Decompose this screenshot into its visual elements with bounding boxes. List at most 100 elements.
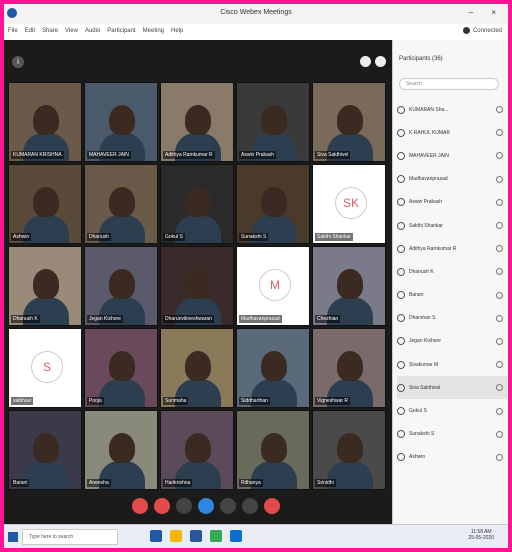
participant-row[interactable]: MAHAVEER JAIN: [397, 144, 507, 167]
person-face: [337, 433, 363, 463]
participant-row[interactable]: K RAHUL KUMAR: [397, 121, 507, 144]
mic-icon[interactable]: [496, 152, 503, 160]
video-tile[interactable]: Adithya Ramkumar R: [160, 82, 234, 162]
video-tile[interactable]: Sunakshi S: [236, 164, 310, 244]
connection-label: Connected: [472, 27, 502, 34]
participant-row[interactable]: Sakthi Shankar: [397, 214, 507, 237]
user-icon: [397, 175, 405, 184]
person-face: [261, 351, 287, 381]
participant-name-label: KUMARAN KRISHNA: [11, 151, 64, 159]
participant-name-label: Aswin Prakash: [239, 151, 277, 159]
windows-start-icon[interactable]: [8, 532, 18, 542]
person-face: [337, 269, 363, 299]
close-button[interactable]: ×: [491, 8, 504, 17]
participant-row[interactable]: Siva Sakthivel: [397, 376, 507, 400]
video-tile[interactable]: MAHAVEER JAIN: [84, 82, 158, 162]
mic-icon[interactable]: [496, 453, 503, 461]
participants-button[interactable]: [198, 498, 214, 514]
mic-icon[interactable]: [496, 222, 503, 230]
menu-item[interactable]: Edit: [25, 28, 35, 34]
participant-row[interactable]: Aswin Prakash: [397, 191, 507, 214]
participant-row[interactable]: Jegan Kishore: [397, 330, 507, 353]
menu-item[interactable]: Meeting: [143, 28, 164, 34]
mic-icon[interactable]: [496, 384, 503, 392]
mic-icon[interactable]: [496, 129, 503, 137]
participant-name-label: Pooja: [87, 397, 104, 405]
minimize-button[interactable]: –: [469, 8, 481, 17]
video-tile[interactable]: Sunmaha: [160, 328, 234, 408]
mic-icon[interactable]: [496, 314, 503, 322]
person-face: [33, 433, 59, 463]
share-button[interactable]: [176, 498, 192, 514]
mic-icon[interactable]: [496, 268, 503, 276]
video-tile[interactable]: Pooja: [84, 328, 158, 408]
video-tile[interactable]: Dhanush: [84, 164, 158, 244]
video-tile[interactable]: Aswin Prakash: [236, 82, 310, 162]
connection-status[interactable]: Connected: [462, 27, 502, 34]
video-tile[interactable]: Siddharthan: [236, 328, 310, 408]
chrome-icon[interactable]: [210, 530, 222, 542]
participant-name-label: Sakthi Shankar: [315, 233, 353, 241]
taskbar-search-input[interactable]: Type here to search: [22, 529, 118, 545]
info-icon[interactable]: i: [12, 56, 24, 68]
menu-item[interactable]: File: [8, 28, 18, 34]
participant-row[interactable]: Gokul S: [397, 399, 507, 422]
menu-item[interactable]: View: [65, 28, 78, 34]
webex-icon[interactable]: [230, 530, 242, 542]
video-tile[interactable]: Harikrishna: [160, 410, 234, 490]
grid-view-icon[interactable]: [360, 56, 371, 67]
video-tile[interactable]: Svaibhavi: [8, 328, 82, 408]
mute-button[interactable]: [132, 498, 148, 514]
mic-icon[interactable]: [496, 407, 503, 415]
participant-row[interactable]: Barani: [397, 284, 507, 307]
video-tile[interactable]: Jegan Kishore: [84, 246, 158, 326]
video-tile[interactable]: M Madhavanprasad: [236, 246, 310, 326]
video-tile[interactable]: Vigneshwar R: [312, 328, 386, 408]
mic-icon[interactable]: [496, 430, 503, 438]
mic-icon[interactable]: [496, 198, 503, 206]
mic-icon[interactable]: [496, 245, 503, 253]
video-tile[interactable]: Dhanush K: [8, 246, 82, 326]
stop-video-button[interactable]: [154, 498, 170, 514]
video-tile[interactable]: Ashwin: [8, 164, 82, 244]
menu-item[interactable]: Share: [42, 28, 58, 34]
participant-row[interactable]: Ashwin: [397, 446, 507, 469]
participant-row[interactable]: Adithya Ramkumar R: [397, 237, 507, 260]
edge-icon[interactable]: [150, 530, 162, 542]
window-controls[interactable]: – ×: [469, 8, 504, 17]
video-tile[interactable]: Chezhian: [312, 246, 386, 326]
video-tile[interactable]: Rithanya: [236, 410, 310, 490]
more-options-button[interactable]: [242, 498, 258, 514]
mic-icon[interactable]: [496, 291, 503, 299]
participant-search-input[interactable]: Search: [399, 78, 499, 90]
folder-icon[interactable]: [170, 530, 182, 542]
store-icon[interactable]: [190, 530, 202, 542]
participant-row[interactable]: Sunakshi S: [397, 423, 507, 446]
mic-icon[interactable]: [496, 106, 503, 114]
participant-row[interactable]: Dharshan S: [397, 307, 507, 330]
participant-row[interactable]: KUMARAN Sha...: [397, 98, 507, 121]
video-tile[interactable]: Aneesha: [84, 410, 158, 490]
video-tile[interactable]: Srinidhi: [312, 410, 386, 490]
video-tile[interactable]: SK Sakthi Shankar: [312, 164, 386, 244]
participant-row[interactable]: Dhanush K: [397, 260, 507, 283]
end-meeting-button[interactable]: [264, 498, 280, 514]
participant-name-label: Rithanya: [239, 479, 263, 487]
fullscreen-icon[interactable]: [375, 56, 386, 67]
video-tile[interactable]: Dharunvikneshwaran: [160, 246, 234, 326]
mic-icon[interactable]: [496, 337, 503, 345]
menu-item[interactable]: Participant: [107, 28, 135, 34]
chat-button[interactable]: [220, 498, 236, 514]
participant-row[interactable]: Madhavanprasad: [397, 168, 507, 191]
participant-row[interactable]: Sivakumar M: [397, 353, 507, 376]
video-tile[interactable]: Siva Sakthivel: [312, 82, 386, 162]
avatar-initial: M: [259, 269, 291, 301]
participant-name: Jegan Kishore: [409, 338, 441, 345]
mic-icon[interactable]: [496, 361, 503, 369]
menu-item[interactable]: Help: [171, 28, 183, 34]
video-tile[interactable]: Barani: [8, 410, 82, 490]
mic-icon[interactable]: [496, 175, 503, 183]
video-tile[interactable]: Gokul S: [160, 164, 234, 244]
video-tile[interactable]: KUMARAN KRISHNA: [8, 82, 82, 162]
menu-item[interactable]: Audio: [85, 28, 100, 34]
